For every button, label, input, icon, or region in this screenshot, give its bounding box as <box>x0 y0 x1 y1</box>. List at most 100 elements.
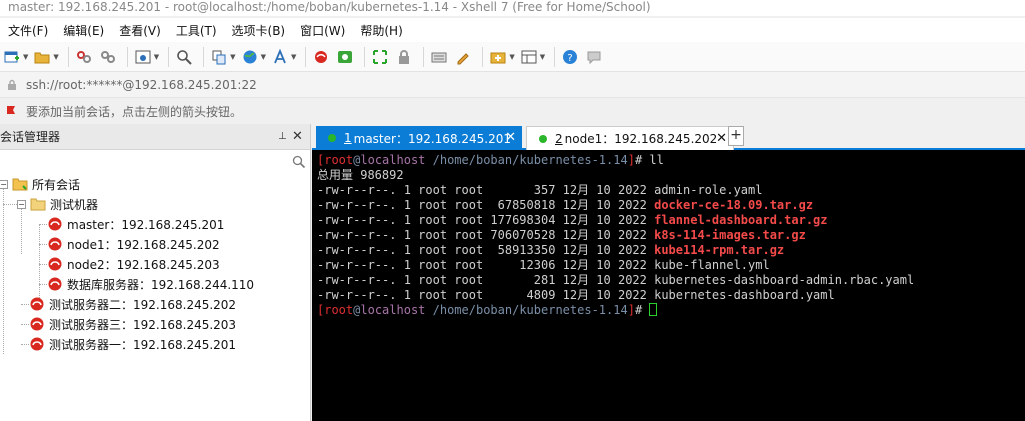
terminal-prompt-line: [root@localhost /home/boban/kubernetes-1… <box>317 153 664 167</box>
menu-tabs[interactable]: 选项卡(B) <box>232 22 286 39</box>
tree-collapse-icon[interactable]: − <box>0 180 8 189</box>
dropdown-arrow-icon[interactable]: ▼ <box>154 53 159 61</box>
dropdown-arrow-icon[interactable]: ▼ <box>53 53 58 61</box>
hint-text: 要添加当前会话，点击左侧的箭头按钮。 <box>26 104 243 119</box>
tree-session-label: 测试服务器三：192.168.245.203 <box>49 317 237 332</box>
dropdown-arrow-icon[interactable]: ▼ <box>23 53 28 61</box>
new-session-icon[interactable] <box>2 47 22 67</box>
dropdown-arrow-icon[interactable]: ▼ <box>540 53 545 61</box>
close-icon[interactable]: ✕ <box>292 129 310 144</box>
terminal-cursor <box>649 303 658 316</box>
find-icon[interactable] <box>174 47 194 67</box>
dropdown-arrow-icon[interactable]: ▼ <box>230 53 235 61</box>
folder-icon <box>12 176 28 192</box>
tree-collapse-icon[interactable]: − <box>17 200 26 209</box>
fullscreen-icon[interactable] <box>370 47 390 67</box>
hint-bar: 要添加当前会话，点击左侧的箭头按钮。 <box>0 98 1025 124</box>
add-tab-button[interactable]: + <box>728 126 744 146</box>
session-icon <box>47 236 63 252</box>
dropdown-arrow-icon[interactable]: ▼ <box>291 53 296 61</box>
menu-file[interactable]: 文件(F) <box>8 22 48 39</box>
session-manager-panel: 会话管理器 ⊥ ✕ − 所有会话 − 测试机器 master：192.168.2… <box>0 124 311 421</box>
tree-session-label: 测试服务器二：192.168.245.202 <box>49 297 237 312</box>
toolbar: ▼ ▼ ▼ ▼ ▼ ▼ ▼ ▼ ? <box>0 42 1025 72</box>
layout-icon[interactable] <box>519 47 539 67</box>
toolbar-divider <box>168 46 170 67</box>
help-icon[interactable]: ? <box>560 47 580 67</box>
globe-icon[interactable] <box>240 47 260 67</box>
terminal-total-line: 总用量 986892 <box>317 168 404 182</box>
terminal-file-line: -rw-r--r--. 1 root root 177698304 12月 10… <box>317 213 828 227</box>
menu-help[interactable]: 帮助(H) <box>360 22 402 39</box>
terminal-file-line: -rw-r--r--. 1 root root 357 12月 10 2022 … <box>317 183 763 197</box>
menu-edit[interactable]: 编辑(E) <box>63 22 104 39</box>
session-properties-icon[interactable] <box>133 47 153 67</box>
session-icon <box>47 256 63 272</box>
close-tab-icon[interactable]: ✕ <box>505 130 516 145</box>
keyboard-icon[interactable] <box>429 47 449 67</box>
dropdown-arrow-icon[interactable]: ▼ <box>509 53 514 61</box>
tree-session[interactable]: 测试服务器一：192.168.245.201 <box>29 334 236 354</box>
tab-label: master：192.168.245.201 <box>353 131 512 146</box>
connect-icon[interactable] <box>74 47 94 67</box>
tree-session[interactable]: 测试服务器三：192.168.245.203 <box>29 314 236 334</box>
tree-session[interactable]: 数据库服务器：192.168.244.110 <box>47 274 254 294</box>
bookmark-arrow-icon[interactable] <box>6 105 18 117</box>
terminal-file-line: -rw-r--r--. 1 root root 706070528 12月 10… <box>317 228 806 242</box>
session-manager-header: 会话管理器 ⊥ ✕ <box>0 124 310 150</box>
session-icon <box>47 276 63 292</box>
tree-session-label: node2：192.168.245.203 <box>67 257 220 272</box>
toolbar-divider <box>126 46 128 67</box>
svg-text:?: ? <box>567 53 572 64</box>
tab-master[interactable]: 1 master：192.168.245.201 ✕ <box>316 126 522 150</box>
tab-node1[interactable]: 2 node1：192.168.245.202 ✕ <box>526 126 734 150</box>
toolbar-divider <box>203 46 205 67</box>
tab-label: node1：192.168.245.202 <box>564 132 718 146</box>
menu-view[interactable]: 查看(V) <box>119 22 161 39</box>
font-icon[interactable] <box>270 47 290 67</box>
close-tab-icon[interactable]: ✕ <box>716 131 727 146</box>
session-icon <box>29 336 45 352</box>
terminal[interactable]: [root@localhost /home/boban/kubernetes-1… <box>312 150 1025 421</box>
tree-session[interactable]: node1：192.168.245.202 <box>47 234 220 254</box>
terminal-prompt-line: [root@localhost /home/boban/kubernetes-1… <box>317 303 1025 318</box>
terminal-file-line: -rw-r--r--. 1 root root 4809 12月 10 2022… <box>317 288 835 302</box>
tree-session[interactable]: 测试服务器二：192.168.245.202 <box>29 294 236 314</box>
tree-session[interactable]: node2：192.168.245.203 <box>47 254 220 274</box>
toolbar-divider <box>364 46 366 67</box>
pin-icon[interactable]: ⊥ <box>278 131 292 142</box>
session-search[interactable] <box>0 150 310 174</box>
address-bar[interactable]: ssh://root:******@192.168.245.201:22 <box>0 72 1025 98</box>
tree-session-label: 数据库服务器：192.168.244.110 <box>67 277 255 292</box>
dropdown-arrow-icon[interactable]: ▼ <box>261 53 266 61</box>
search-icon[interactable] <box>292 155 306 169</box>
tree-root-label: 所有会话 <box>32 177 81 192</box>
toolbar-divider <box>67 46 69 67</box>
highlight-pen-icon[interactable] <box>453 47 473 67</box>
disconnect-icon[interactable] <box>98 47 118 67</box>
open-folder-icon[interactable] <box>32 47 52 67</box>
tree-folder-test-machines[interactable]: 测试机器 <box>30 194 98 214</box>
xshell-logo-icon[interactable] <box>311 47 331 67</box>
session-icon <box>29 296 45 312</box>
terminal-file-line: -rw-r--r--. 1 root root 67850818 12月 10 … <box>317 198 814 212</box>
folder-icon <box>30 196 46 212</box>
new-tab-icon[interactable] <box>488 47 508 67</box>
chat-icon[interactable] <box>584 47 604 67</box>
tree-session-label: 测试服务器一：192.168.245.201 <box>49 337 237 352</box>
menu-window[interactable]: 窗口(W) <box>300 22 345 39</box>
tree-session[interactable]: master：192.168.245.201 <box>47 214 224 234</box>
tab-number: 1 <box>344 131 352 145</box>
menu-tools[interactable]: 工具(T) <box>176 22 217 39</box>
terminal-file-line: -rw-r--r--. 1 root root 281 12月 10 2022 … <box>317 273 915 287</box>
copy-settings-icon[interactable] <box>209 47 229 67</box>
terminal-file-line: -rw-r--r--. 1 root root 12306 12月 10 202… <box>317 258 770 272</box>
xftp-icon[interactable] <box>335 47 355 67</box>
status-dot-icon <box>328 134 336 142</box>
lock-icon[interactable] <box>394 47 414 67</box>
lock-icon <box>8 79 16 90</box>
tree-root[interactable]: 所有会话 <box>12 174 80 194</box>
tree-session-label: master：192.168.245.201 <box>67 217 225 232</box>
terminal-file-line: -rw-r--r--. 1 root root 58913350 12月 10 … <box>317 243 785 257</box>
tree-folder-label: 测试机器 <box>50 197 99 212</box>
